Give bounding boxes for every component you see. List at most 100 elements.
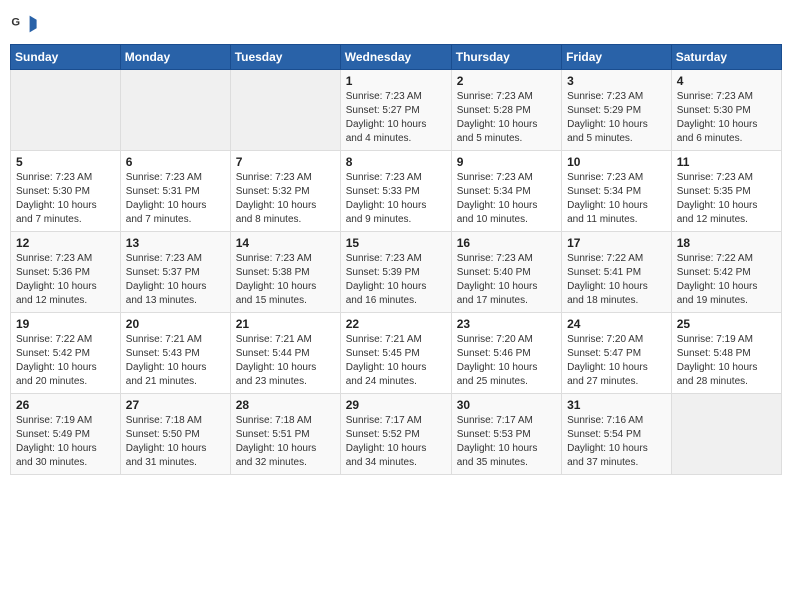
page-header: G [10,10,782,38]
calendar-day-cell: 9 Sunrise: 7:23 AM Sunset: 5:34 PM Daylig… [451,151,561,232]
day-number: 9 [457,155,556,169]
day-number: 2 [457,74,556,88]
calendar-day-cell: 18Sunrise: 7:22 AM Sunset: 5:42 PM Dayli… [671,232,781,313]
day-info: Sunrise: 7:23 AM Sunset: 5:38 PM Dayligh… [236,252,335,308]
calendar-day-cell [120,70,230,151]
day-info: Sunrise: 7:21 AM Sunset: 5:43 PM Dayligh… [126,333,225,389]
weekday-header-cell: Sunday [11,45,121,70]
weekday-header-cell: Friday [562,45,672,70]
calendar-day-cell: 10 Sunrise: 7:23 AM Sunset: 5:34 PM Dayli… [562,151,672,232]
calendar-day-cell: 5 Sunrise: 7:23 AM Sunset: 5:30 PM Daylig… [11,151,121,232]
day-info: Sunrise: 7:23 AM Sunset: 5:33 PM Dayligh… [346,171,446,227]
day-number: 10 [567,155,666,169]
day-number: 3 [567,74,666,88]
calendar-day-cell: 14 Sunrise: 7:23 AM Sunset: 5:38 PM Dayli… [230,232,340,313]
day-number: 30 [457,398,556,412]
day-info: Sunrise: 7:23 AM Sunset: 5:29 PM Dayligh… [567,90,666,146]
day-number: 31 [567,398,666,412]
day-number: 29 [346,398,446,412]
day-number: 23 [457,317,556,331]
day-info: Sunrise: 7:23 AM Sunset: 5:35 PM Dayligh… [677,171,776,227]
calendar-day-cell: 31 Sunrise: 7:16 AM Sunset: 5:54 PM Dayli… [562,394,672,475]
day-info: Sunrise: 7:23 AM Sunset: 5:37 PM Dayligh… [126,252,225,308]
calendar-day-cell: 12 Sunrise: 7:23 AM Sunset: 5:36 PM Dayli… [11,232,121,313]
calendar-day-cell: 28Sunrise: 7:18 AM Sunset: 5:51 PM Dayli… [230,394,340,475]
day-info: Sunrise: 7:23 AM Sunset: 5:28 PM Dayligh… [457,90,556,146]
calendar-day-cell: 1 Sunrise: 7:23 AM Sunset: 5:27 PM Daylig… [340,70,451,151]
calendar-day-cell: 23 Sunrise: 7:20 AM Sunset: 5:46 PM Dayli… [451,313,561,394]
day-info: Sunrise: 7:21 AM Sunset: 5:44 PM Dayligh… [236,333,335,389]
calendar-day-cell: 29 Sunrise: 7:17 AM Sunset: 5:52 PM Dayli… [340,394,451,475]
calendar-day-cell: 17Sunrise: 7:22 AM Sunset: 5:41 PM Dayli… [562,232,672,313]
day-info: Sunrise: 7:23 AM Sunset: 5:34 PM Dayligh… [567,171,666,227]
day-info: Sunrise: 7:18 AM Sunset: 5:50 PM Dayligh… [126,414,225,470]
calendar-day-cell: 30 Sunrise: 7:17 AM Sunset: 5:53 PM Dayli… [451,394,561,475]
calendar-week-row: 19 Sunrise: 7:22 AM Sunset: 5:42 PM Dayli… [11,313,782,394]
logo-icon: G [10,10,38,38]
weekday-header-row: SundayMondayTuesdayWednesdayThursdayFrid… [11,45,782,70]
weekday-header-cell: Monday [120,45,230,70]
svg-text:G: G [11,16,20,28]
calendar-day-cell: 21Sunrise: 7:21 AM Sunset: 5:44 PM Dayli… [230,313,340,394]
calendar-day-cell: 27 Sunrise: 7:18 AM Sunset: 5:50 PM Dayli… [120,394,230,475]
day-info: Sunrise: 7:23 AM Sunset: 5:40 PM Dayligh… [457,252,556,308]
day-info: Sunrise: 7:23 AM Sunset: 5:32 PM Dayligh… [236,171,335,227]
calendar-table: SundayMondayTuesdayWednesdayThursdayFrid… [10,44,782,475]
day-info: Sunrise: 7:23 AM Sunset: 5:36 PM Dayligh… [16,252,115,308]
calendar-day-cell: 3 Sunrise: 7:23 AM Sunset: 5:29 PM Daylig… [562,70,672,151]
day-info: Sunrise: 7:22 AM Sunset: 5:42 PM Dayligh… [16,333,115,389]
calendar-day-cell: 4Sunrise: 7:23 AM Sunset: 5:30 PM Daylig… [671,70,781,151]
calendar-day-cell: 13 Sunrise: 7:23 AM Sunset: 5:37 PM Dayli… [120,232,230,313]
day-info: Sunrise: 7:20 AM Sunset: 5:47 PM Dayligh… [567,333,666,389]
day-number: 13 [126,236,225,250]
day-info: Sunrise: 7:23 AM Sunset: 5:34 PM Dayligh… [457,171,556,227]
calendar-day-cell: 24 Sunrise: 7:20 AM Sunset: 5:47 PM Dayli… [562,313,672,394]
calendar-day-cell: 22Sunrise: 7:21 AM Sunset: 5:45 PM Dayli… [340,313,451,394]
calendar-day-cell: 19 Sunrise: 7:22 AM Sunset: 5:42 PM Dayli… [11,313,121,394]
day-number: 20 [126,317,225,331]
day-number: 6 [126,155,225,169]
day-info: Sunrise: 7:23 AM Sunset: 5:31 PM Dayligh… [126,171,225,227]
calendar-day-cell: 16 Sunrise: 7:23 AM Sunset: 5:40 PM Dayli… [451,232,561,313]
weekday-header-cell: Thursday [451,45,561,70]
day-info: Sunrise: 7:17 AM Sunset: 5:53 PM Dayligh… [457,414,556,470]
day-number: 19 [16,317,115,331]
calendar-day-cell: 11Sunrise: 7:23 AM Sunset: 5:35 PM Dayli… [671,151,781,232]
calendar-body: 1 Sunrise: 7:23 AM Sunset: 5:27 PM Daylig… [11,70,782,475]
day-info: Sunrise: 7:23 AM Sunset: 5:27 PM Dayligh… [346,90,446,146]
day-number: 27 [126,398,225,412]
day-info: Sunrise: 7:20 AM Sunset: 5:46 PM Dayligh… [457,333,556,389]
day-number: 24 [567,317,666,331]
day-info: Sunrise: 7:18 AM Sunset: 5:51 PM Dayligh… [236,414,335,470]
calendar-day-cell: 8 Sunrise: 7:23 AM Sunset: 5:33 PM Daylig… [340,151,451,232]
day-number: 5 [16,155,115,169]
calendar-week-row: 12 Sunrise: 7:23 AM Sunset: 5:36 PM Dayli… [11,232,782,313]
day-number: 7 [236,155,335,169]
day-number: 8 [346,155,446,169]
calendar-week-row: 5 Sunrise: 7:23 AM Sunset: 5:30 PM Daylig… [11,151,782,232]
calendar-week-row: 26Sunrise: 7:19 AM Sunset: 5:49 PM Dayli… [11,394,782,475]
calendar-day-cell: 26Sunrise: 7:19 AM Sunset: 5:49 PM Dayli… [11,394,121,475]
day-number: 16 [457,236,556,250]
calendar-day-cell: 20 Sunrise: 7:21 AM Sunset: 5:43 PM Dayli… [120,313,230,394]
day-number: 1 [346,74,446,88]
day-info: Sunrise: 7:16 AM Sunset: 5:54 PM Dayligh… [567,414,666,470]
day-info: Sunrise: 7:23 AM Sunset: 5:30 PM Dayligh… [16,171,115,227]
calendar-day-cell: 2 Sunrise: 7:23 AM Sunset: 5:28 PM Daylig… [451,70,561,151]
day-info: Sunrise: 7:21 AM Sunset: 5:45 PM Dayligh… [346,333,446,389]
day-info: Sunrise: 7:17 AM Sunset: 5:52 PM Dayligh… [346,414,446,470]
calendar-day-cell: 15 Sunrise: 7:23 AM Sunset: 5:39 PM Dayli… [340,232,451,313]
day-number: 15 [346,236,446,250]
day-info: Sunrise: 7:22 AM Sunset: 5:42 PM Dayligh… [677,252,776,308]
day-number: 17 [567,236,666,250]
calendar-day-cell [671,394,781,475]
weekday-header-cell: Tuesday [230,45,340,70]
day-number: 26 [16,398,115,412]
day-number: 12 [16,236,115,250]
logo: G [10,10,42,38]
day-number: 25 [677,317,776,331]
calendar-day-cell [11,70,121,151]
day-info: Sunrise: 7:23 AM Sunset: 5:30 PM Dayligh… [677,90,776,146]
day-number: 14 [236,236,335,250]
day-info: Sunrise: 7:23 AM Sunset: 5:39 PM Dayligh… [346,252,446,308]
